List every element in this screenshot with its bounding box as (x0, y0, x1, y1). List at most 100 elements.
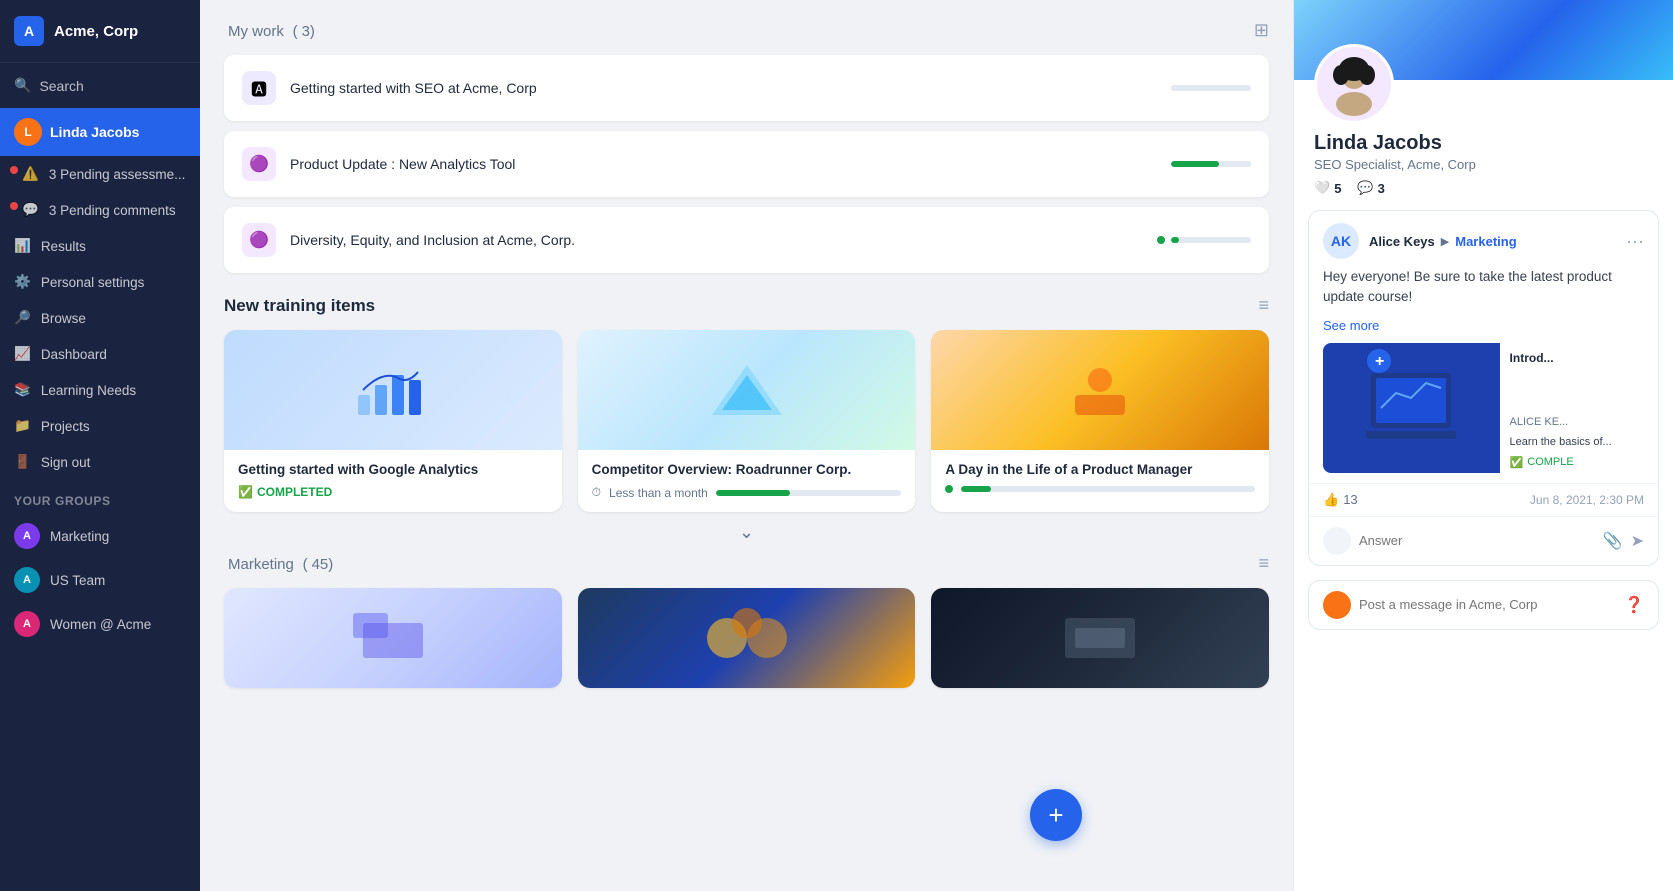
likes-reaction[interactable]: 👍 13 (1323, 492, 1358, 508)
reply-avatar (1323, 527, 1351, 555)
sidebar-item-dashboard[interactable]: 📈 Dashboard (0, 336, 200, 372)
post-group-link[interactable]: Marketing (1455, 234, 1516, 249)
post-see-more-link[interactable]: See more (1309, 318, 1658, 343)
message-bar-input[interactable] (1359, 597, 1616, 612)
work-card-icon-product: 🟣 (242, 147, 276, 181)
nav-label-signout: Sign out (41, 455, 91, 470)
nav-icon-results: 📊 (14, 238, 31, 254)
sidebar-item-learning-needs[interactable]: 📚 Learning Needs (0, 372, 200, 408)
work-card-product[interactable]: 🟣 Product Update : New Analytics Tool (224, 131, 1269, 197)
post-media-title: Introd... (1500, 343, 1644, 412)
reply-send-icon[interactable]: ➤ (1631, 531, 1644, 551)
work-card-dei[interactable]: 🟣 Diversity, Equity, and Inclusion at Ac… (224, 207, 1269, 273)
profile-banner (1294, 0, 1673, 80)
due-label-competitor: Less than a month (609, 486, 708, 500)
nav-icon-settings: ⚙️ (14, 274, 31, 290)
nav-icon-browse: 🔎 (14, 310, 31, 326)
nav-label-dashboard: Dashboard (41, 347, 107, 362)
post-arrow-icon: ▶ (1441, 235, 1449, 248)
group-label-us-team: US Team (50, 573, 105, 588)
fab-button[interactable]: + (1030, 789, 1082, 841)
new-training-title: New training items (224, 296, 375, 316)
training-card-competitor[interactable]: Competitor Overview: Roadrunner Corp. ⏱ … (578, 330, 916, 512)
nav-icon-learning: 📚 (14, 382, 31, 398)
sidebar-group-marketing[interactable]: A Marketing (0, 514, 200, 558)
training-grid: Getting started with Google Analytics ✅ … (224, 330, 1269, 512)
new-training-header: New training items ≡ (224, 295, 1269, 316)
sidebar-item-pending-comments[interactable]: 💬 3 Pending comments (0, 192, 200, 228)
sidebar-logo[interactable]: Acme, CorpA Acme, Corp (0, 0, 200, 63)
current-user-item[interactable]: L Linda Jacobs (0, 108, 200, 156)
sidebar-item-browse[interactable]: 🔎 Browse (0, 300, 200, 336)
marketing-card-2[interactable] (578, 588, 916, 688)
training-progress-competitor (716, 490, 902, 496)
training-card-img-analytics (224, 330, 562, 450)
help-icon[interactable]: ❓ (1624, 595, 1644, 615)
post-header: AK Alice Keys ▶ Marketing ··· (1309, 211, 1658, 267)
sidebar-item-sign-out[interactable]: 🚪 Sign out (0, 444, 200, 480)
nav-icon-projects: 📁 (14, 418, 31, 434)
training-card-img-pm (931, 330, 1269, 450)
svg-text:+: + (1375, 353, 1384, 370)
sidebar-item-projects[interactable]: 📁 Projects (0, 408, 200, 444)
search-button[interactable]: 🔍 Search (0, 63, 200, 108)
training-card-title-competitor: Competitor Overview: Roadrunner Corp. (592, 462, 902, 477)
sidebar-item-results[interactable]: 📊 Results (0, 228, 200, 264)
nav-label-settings: Personal settings (41, 275, 145, 290)
checkmark-icon: ✅ (238, 485, 253, 499)
work-card-icon-dei: 🟣 (242, 223, 276, 257)
profile-likes: 🤍 5 (1314, 180, 1341, 196)
plus-icon: + (1048, 800, 1063, 831)
post-media-preview[interactable]: + Introd... ALICE KE... Learn the basics… (1323, 343, 1644, 473)
work-card-title-dei: Diversity, Equity, and Inclusion at Acme… (290, 232, 1143, 248)
new-training-list-view[interactable]: ≡ (1258, 295, 1269, 316)
marketing-card-img-2 (578, 588, 916, 688)
post-author-row: Alice Keys ▶ Marketing (1369, 234, 1616, 249)
post-media-author: ALICE KE... (1500, 412, 1644, 432)
sidebar-item-personal-settings[interactable]: ⚙️ Personal settings (0, 264, 200, 300)
group-avatar-us-team: A (14, 567, 40, 593)
sidebar-group-us-team[interactable]: A US Team (0, 558, 200, 602)
work-card-title-seo: Getting started with SEO at Acme, Corp (290, 80, 1157, 96)
work-card-progress-seo (1171, 85, 1251, 91)
message-bar: ❓ (1308, 580, 1659, 630)
group-label-women-acme: Women @ Acme (50, 617, 151, 632)
work-card-progress-product (1171, 161, 1251, 167)
checkmark-media-icon: ✅ (1510, 456, 1524, 469)
training-card-body-analytics: Getting started with Google Analytics ✅ … (224, 450, 562, 511)
training-card-title-pm: A Day in the Life of a Product Manager (945, 462, 1255, 477)
likes-reaction-count: 13 (1343, 492, 1357, 507)
progress-fill-dei (1171, 237, 1179, 243)
group-avatar-women-acme: A (14, 611, 40, 637)
profile-stats: 🤍 5 💬 3 (1314, 180, 1653, 196)
sidebar: Acme, CorpA Acme, Corp 🔍 Search L Linda … (0, 0, 200, 891)
show-more-training[interactable]: ⌄ (224, 522, 1269, 543)
post-reactions: 👍 13 Jun 8, 2021, 2:30 PM (1309, 483, 1658, 516)
sidebar-group-women-acme[interactable]: A Women @ Acme (0, 602, 200, 646)
post-card: AK Alice Keys ▶ Marketing ··· Hey everyo… (1308, 210, 1659, 566)
sidebar-item-pending-assessments[interactable]: ⚠️ 3 Pending assessme... (0, 156, 200, 192)
post-menu-button[interactable]: ··· (1626, 231, 1644, 252)
post-media-desc: Learn the basics of... (1500, 432, 1644, 452)
logo-icon: Acme, CorpA (14, 16, 44, 46)
profile-info: Linda Jacobs SEO Specialist, Acme, Corp … (1294, 132, 1673, 210)
badge-dot-comments (10, 202, 18, 210)
nav-icon-assessments: ⚠️ (22, 166, 39, 182)
my-work-view-toggle[interactable]: ⊞ (1254, 20, 1269, 41)
profile-avatar-wrap (1314, 44, 1394, 124)
marketing-list-view[interactable]: ≡ (1258, 553, 1269, 574)
comment-icon: 💬 (1357, 180, 1373, 196)
marketing-card-3[interactable] (931, 588, 1269, 688)
post-media-thumbnail: + (1323, 343, 1500, 473)
comments-count: 3 (1378, 181, 1385, 196)
reply-input[interactable] (1359, 533, 1595, 548)
marketing-card-1[interactable] (224, 588, 562, 688)
post-author-avatar: AK (1323, 223, 1359, 259)
reply-attachment-icon[interactable]: 📎 (1603, 531, 1623, 551)
training-card-google-analytics[interactable]: Getting started with Google Analytics ✅ … (224, 330, 562, 512)
thumbsup-icon: 👍 (1323, 492, 1339, 508)
user-avatar: L (14, 118, 42, 146)
training-card-product-manager[interactable]: A Day in the Life of a Product Manager (931, 330, 1269, 512)
work-card-seo[interactable]: 🅰 Getting started with SEO at Acme, Corp (224, 55, 1269, 121)
my-work-count: (3) (293, 23, 315, 40)
